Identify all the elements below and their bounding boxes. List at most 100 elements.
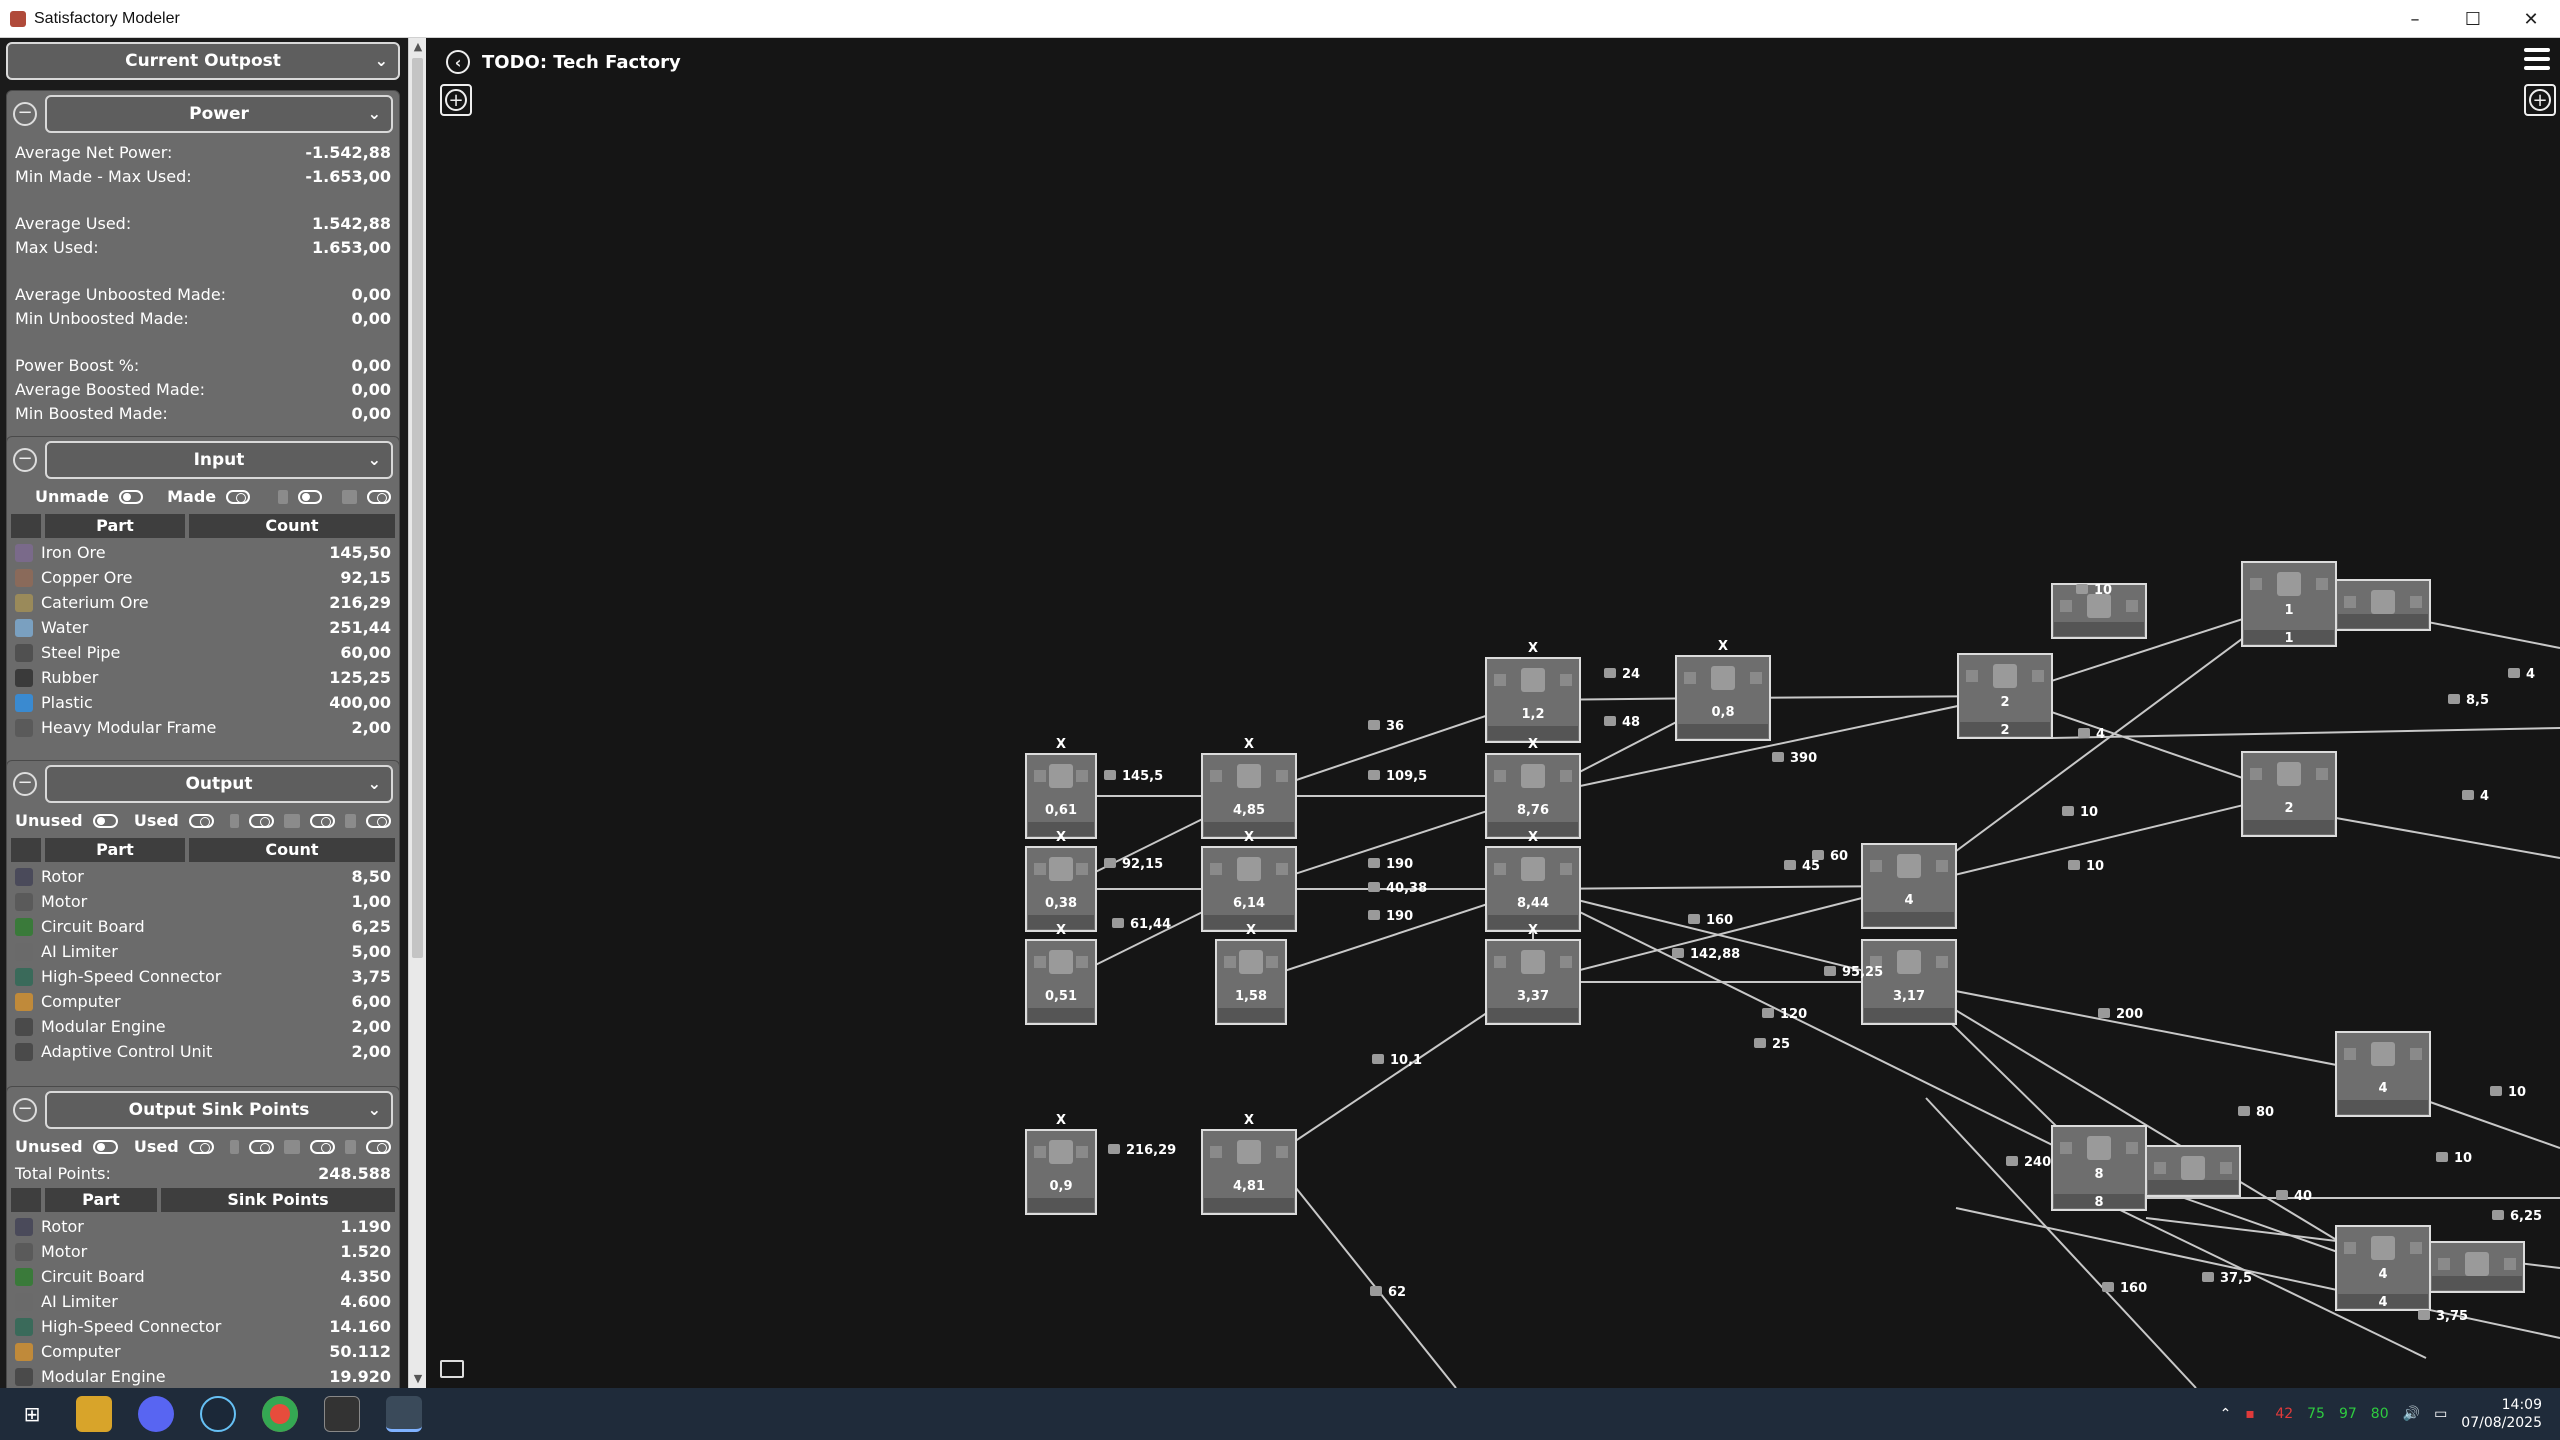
book-icon[interactable] xyxy=(440,1360,464,1378)
filter-toggle-2[interactable] xyxy=(309,813,336,828)
graph-node[interactable]: 8,76 X xyxy=(1485,737,1581,839)
scrollbar-thumb[interactable] xyxy=(412,58,423,958)
node-remove-mark[interactable]: X xyxy=(1056,923,1066,938)
windows-start-icon[interactable]: ⊞ xyxy=(14,1396,50,1432)
filter-toggle-1[interactable] xyxy=(248,1139,274,1154)
graph-node[interactable]: 4 xyxy=(1861,843,1957,929)
node-remove-mark[interactable]: X xyxy=(1718,639,1728,654)
tray-chevron-icon[interactable]: ⌃ xyxy=(2220,1406,2232,1422)
table-row[interactable]: AI Limiter 4.600 xyxy=(7,1289,399,1314)
node-remove-mark[interactable]: X xyxy=(1528,641,1538,656)
col-part[interactable]: Part xyxy=(45,1188,157,1212)
table-row[interactable]: High-Speed Connector 14.160 xyxy=(7,1314,399,1339)
col-sink-points[interactable]: Sink Points xyxy=(161,1188,395,1212)
output-node[interactable] xyxy=(2145,1145,2241,1197)
clock[interactable]: 14:09 07/08/2025 xyxy=(2461,1396,2542,1432)
collapse-input-icon[interactable]: − xyxy=(13,448,37,472)
table-row[interactable]: Circuit Board 6,25 xyxy=(7,914,399,939)
graph-node[interactable]: 0,61 X xyxy=(1025,737,1097,839)
app-s-icon[interactable] xyxy=(324,1396,360,1432)
col-part[interactable]: Part xyxy=(45,838,185,862)
node-remove-mark[interactable]: X xyxy=(1246,923,1256,938)
scroll-down-icon[interactable]: ▼ xyxy=(409,1370,427,1388)
node-remove-mark[interactable]: X xyxy=(1244,830,1254,845)
outpost-select[interactable]: Current Outpost ⌄ xyxy=(6,42,400,80)
steam-icon[interactable] xyxy=(200,1396,236,1432)
volume-icon[interactable]: 🔊 xyxy=(2403,1406,2420,1422)
graph-node[interactable]: 22 xyxy=(1957,653,2053,739)
used-toggle[interactable] xyxy=(188,1139,214,1154)
table-row[interactable]: Adaptive Control Unit 2,00 xyxy=(7,1039,399,1064)
machine-toggle[interactable] xyxy=(367,489,392,504)
discord-icon[interactable] xyxy=(138,1396,174,1432)
unmade-toggle[interactable] xyxy=(119,489,144,504)
water-toggle[interactable] xyxy=(298,489,323,504)
col-part[interactable]: Part xyxy=(45,514,185,538)
graph-node[interactable]: 0,38 X xyxy=(1025,830,1097,932)
production-graph[interactable]: 0,61X0,38X0,51X0,9X4,85X6,14X1,58X4,81X1… xyxy=(426,38,2560,1388)
graph-canvas[interactable]: 0,61 X 0,38 X 0,51 X 0,9 X 4,85 X 6,14 X 1,58 X 4,81 X 1… xyxy=(426,38,2560,1388)
collapse-power-icon[interactable]: − xyxy=(13,102,37,126)
unused-toggle[interactable] xyxy=(92,1139,118,1154)
node-remove-mark[interactable]: X xyxy=(1528,923,1538,938)
table-row[interactable]: Modular Engine 19.920 xyxy=(7,1364,399,1388)
table-row[interactable]: Computer 6,00 xyxy=(7,989,399,1014)
table-row[interactable]: Rubber 125,25 xyxy=(7,665,399,690)
graph-node[interactable]: 11 xyxy=(2241,561,2337,647)
graph-node[interactable]: 1,58 X xyxy=(1215,923,1287,1025)
table-row[interactable]: Heavy Modular Frame 2,00 xyxy=(7,715,399,740)
graph-node[interactable]: 0,9 X xyxy=(1025,1113,1097,1215)
maximize-button[interactable]: ☐ xyxy=(2444,0,2502,38)
made-toggle[interactable] xyxy=(226,489,251,504)
node-remove-mark[interactable]: X xyxy=(1056,830,1066,845)
output-node[interactable] xyxy=(2335,579,2431,631)
graph-node[interactable]: 0,8 X xyxy=(1675,639,1771,741)
table-row[interactable]: Rotor 8,50 xyxy=(7,864,399,889)
back-icon[interactable]: ‹ xyxy=(446,50,470,74)
add-node-button[interactable]: + xyxy=(440,84,472,116)
table-row[interactable]: Water 251,44 xyxy=(7,615,399,640)
graph-node[interactable]: 88 xyxy=(2051,1125,2147,1211)
col-count[interactable]: Count xyxy=(189,514,395,538)
table-row[interactable]: Copper Ore 92,15 xyxy=(7,565,399,590)
table-row[interactable]: High-Speed Connector 3,75 xyxy=(7,964,399,989)
graph-node[interactable]: 4,85 X xyxy=(1201,737,1297,839)
collapse-output-icon[interactable]: − xyxy=(13,772,37,796)
graph-node[interactable]: 8,44 X xyxy=(1485,830,1581,932)
filter-toggle-3[interactable] xyxy=(365,813,391,828)
graph-node[interactable]: 44 xyxy=(2335,1225,2431,1311)
table-row[interactable]: Rotor 1.190 xyxy=(7,1214,399,1239)
filter-toggle-3[interactable] xyxy=(365,1139,391,1154)
table-row[interactable]: Modular Engine 2,00 xyxy=(7,1014,399,1039)
menu-icon[interactable] xyxy=(2524,48,2550,75)
power-select[interactable]: Power ⌄ xyxy=(45,95,393,133)
unused-toggle[interactable] xyxy=(92,813,118,828)
satisfactory-modeler-icon[interactable] xyxy=(386,1396,422,1432)
used-toggle[interactable] xyxy=(188,813,214,828)
file-explorer-icon[interactable] xyxy=(76,1396,112,1432)
col-count[interactable]: Count xyxy=(189,838,395,862)
graph-node[interactable]: 1,2 X xyxy=(1485,641,1581,743)
add-right-button[interactable]: + xyxy=(2524,84,2556,116)
graph-node[interactable]: 0,51 X xyxy=(1025,923,1097,1025)
sidebar-scrollbar[interactable]: ▲ ▼ xyxy=(408,38,426,1388)
scroll-up-icon[interactable]: ▲ xyxy=(409,38,427,56)
graph-node[interactable]: 4 xyxy=(2335,1031,2431,1117)
table-row[interactable]: Motor 1.520 xyxy=(7,1239,399,1264)
input-select[interactable]: Input ⌄ xyxy=(45,441,393,479)
graph-node[interactable]: 4,81 X xyxy=(1201,1113,1297,1215)
table-row[interactable]: Iron Ore 145,50 xyxy=(7,540,399,565)
table-row[interactable]: Computer 50.112 xyxy=(7,1339,399,1364)
minimize-button[interactable]: – xyxy=(2386,0,2444,38)
network-icon[interactable]: ▭ xyxy=(2434,1406,2447,1422)
node-remove-mark[interactable]: X xyxy=(1244,737,1254,752)
table-row[interactable]: Plastic 400,00 xyxy=(7,690,399,715)
node-remove-mark[interactable]: X xyxy=(1244,1113,1254,1128)
collapse-sink-icon[interactable]: − xyxy=(13,1098,37,1122)
chrome-icon[interactable] xyxy=(262,1396,298,1432)
graph-node[interactable]: 2 xyxy=(2241,751,2337,837)
sink-select[interactable]: Output Sink Points ⌄ xyxy=(45,1091,393,1129)
table-row[interactable]: Steel Pipe 60,00 xyxy=(7,640,399,665)
table-row[interactable]: AI Limiter 5,00 xyxy=(7,939,399,964)
node-remove-mark[interactable]: X xyxy=(1528,830,1538,845)
